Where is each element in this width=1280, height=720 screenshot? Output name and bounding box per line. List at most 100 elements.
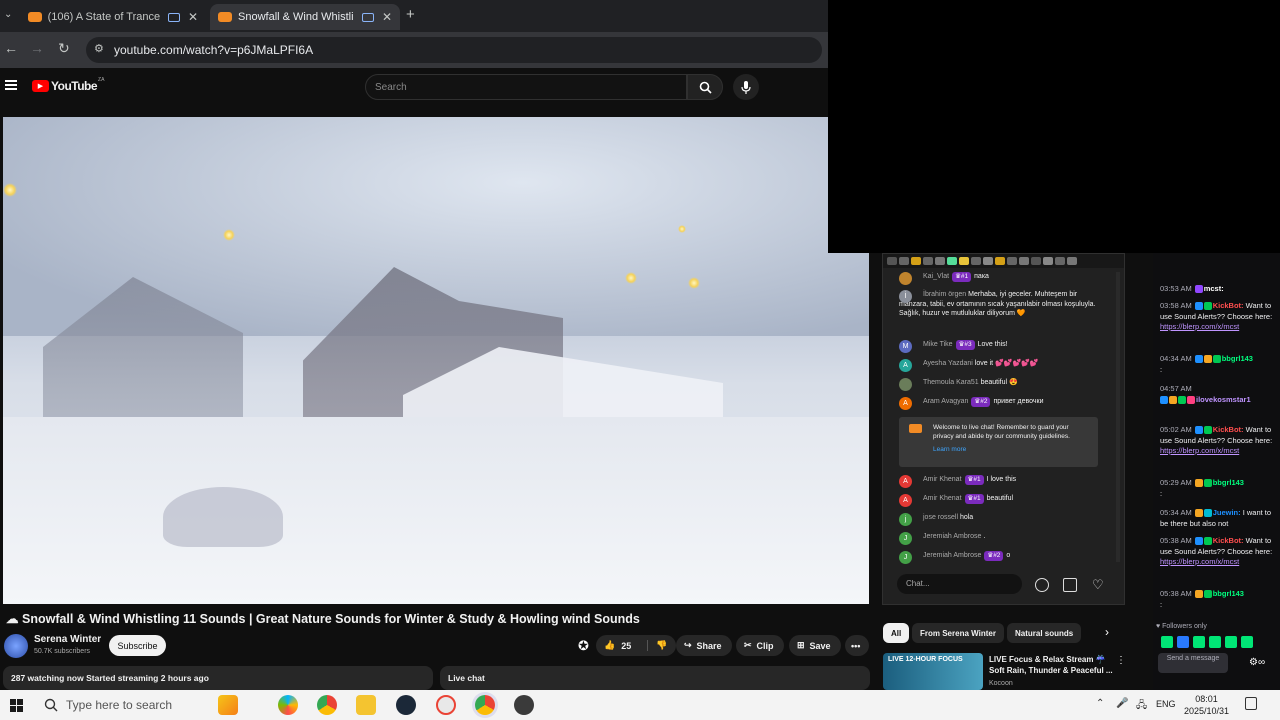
recommendation-title[interactable]: LIVE Focus & Relax Stream ☔ Soft Rain, T… xyxy=(989,654,1113,676)
youtube-logo[interactable]: ▶ YouTube ZA xyxy=(32,77,104,93)
chrome-active-icon[interactable] xyxy=(475,695,495,715)
chat-username[interactable]: bbgrl143 xyxy=(1213,589,1244,598)
product-icon[interactable] xyxy=(1063,578,1077,592)
chat-input[interactable]: Chat... xyxy=(897,574,1022,594)
chip-natural-sounds[interactable]: Natural sounds xyxy=(1007,623,1082,643)
dislike-icon[interactable]: 👎 xyxy=(647,640,667,651)
chat-username[interactable]: mcst: xyxy=(1204,284,1224,293)
chat-username[interactable]: KickBot: xyxy=(1213,536,1244,545)
chat-link[interactable]: https://blerp.com/x/mcst xyxy=(1160,557,1239,566)
app-icon[interactable] xyxy=(436,695,456,715)
search-input[interactable]: Search xyxy=(365,74,687,100)
start-button[interactable] xyxy=(10,699,23,712)
chip-from-channel[interactable]: From Serena Winter xyxy=(912,623,1004,643)
chat-author[interactable]: Themoula Kara51 xyxy=(923,379,979,386)
channel-name[interactable]: Serena Winter xyxy=(34,634,101,645)
chat-author[interactable]: Jeremiah Ambrose xyxy=(923,552,981,559)
share-button[interactable]: ↪ Share xyxy=(676,635,732,656)
close-tab-icon[interactable]: ✕ xyxy=(382,10,392,24)
more-options-icon[interactable]: ⋮ xyxy=(1116,655,1126,666)
send-message-input[interactable]: Send a message xyxy=(1158,653,1228,673)
menu-icon[interactable] xyxy=(5,80,17,90)
clip-button[interactable]: ✂ Clip xyxy=(736,635,784,656)
forward-icon[interactable]: → xyxy=(30,40,44,56)
tab-trance[interactable]: (106) A State of Trance 24/7 ✕ xyxy=(20,4,206,30)
stream-chat-message: 05:38 AM KickBot: Want to use Sound Alert… xyxy=(1160,536,1278,568)
reload-icon[interactable]: ↻ xyxy=(58,40,70,57)
chat-avatar: A xyxy=(899,475,912,488)
donate-icon[interactable]: ✪ xyxy=(578,638,589,654)
badge-icon xyxy=(1194,285,1203,294)
chat-link[interactable]: https://blerp.com/x/mcst xyxy=(1160,322,1239,331)
chat-author[interactable]: Aram Avagyan xyxy=(923,398,968,405)
learn-more-link[interactable]: Learn more xyxy=(933,445,1090,454)
save-button[interactable]: ⊞ Save xyxy=(789,635,841,656)
chat-username[interactable]: ilovekosmstar1 xyxy=(1196,395,1251,404)
emote-icon[interactable] xyxy=(1193,636,1205,648)
chip-all[interactable]: All xyxy=(883,623,910,643)
live-chat-header[interactable]: Live chat xyxy=(440,666,870,690)
tab-snowfall[interactable]: Snowfall & Wind Whistli ✕ xyxy=(210,4,400,30)
emote-icon[interactable] xyxy=(1161,636,1173,648)
emote-icon[interactable] xyxy=(1241,636,1253,648)
chat-ticker-strip xyxy=(883,254,1124,268)
voice-search-button[interactable] xyxy=(733,74,759,100)
language-indicator[interactable]: ENG xyxy=(1156,699,1176,709)
chat-text: hola xyxy=(959,514,974,521)
tab-list-chevron-icon[interactable]: ⌄ xyxy=(4,9,12,20)
app-icon[interactable] xyxy=(514,695,534,715)
heart-icon[interactable]: ♡ xyxy=(1092,578,1106,592)
file-explorer-icon[interactable] xyxy=(356,695,376,715)
tray-chevron-icon[interactable]: ⌃ xyxy=(1096,698,1104,709)
chat-username[interactable]: KickBot: xyxy=(1213,425,1244,434)
emote-icon[interactable] xyxy=(1177,636,1189,648)
recommendation-channel[interactable]: Kocoon xyxy=(989,680,1013,687)
taskbar-search[interactable]: Type here to search xyxy=(44,694,204,716)
network-icon[interactable]: 🖧 xyxy=(1136,698,1147,715)
video-player[interactable] xyxy=(3,117,869,604)
chat-author[interactable]: Mike Tike xyxy=(923,341,953,348)
chat-author[interactable]: jose rossell xyxy=(923,514,958,521)
notifications-icon[interactable] xyxy=(1245,697,1257,710)
close-tab-icon[interactable]: ✕ xyxy=(188,10,198,24)
chevron-right-icon[interactable]: › xyxy=(1105,625,1109,639)
chat-link[interactable]: https://blerp.com/x/mcst xyxy=(1160,446,1239,455)
like-icon[interactable]: 👍 xyxy=(604,640,615,651)
microphone-tray-icon[interactable]: 🎤 xyxy=(1116,698,1128,709)
chat-author[interactable]: Amir Khenat xyxy=(923,495,962,502)
chrome-icon[interactable] xyxy=(317,695,337,715)
chat-username[interactable]: bbgrl143 xyxy=(1222,354,1253,363)
channel-avatar[interactable] xyxy=(4,634,28,658)
chat-username[interactable]: KickBot: xyxy=(1213,301,1244,310)
video-frame-boat xyxy=(163,487,283,547)
chat-author[interactable]: Kai_Vlat xyxy=(923,273,949,280)
emoji-icon[interactable] xyxy=(1035,578,1049,592)
more-actions-icon[interactable]: ••• xyxy=(845,635,869,656)
site-info-icon[interactable]: ⚙ xyxy=(94,42,104,55)
back-icon[interactable]: ← xyxy=(4,40,18,56)
steam-icon[interactable] xyxy=(396,695,416,715)
youtube-favicon-icon xyxy=(218,12,232,22)
message-time: 05:38 AM xyxy=(1160,589,1192,598)
scissors-icon: ✂ xyxy=(744,640,752,650)
settings-icon[interactable]: ⚙∞ xyxy=(1249,657,1265,668)
description-box[interactable]: 287 watching now Started streaming 2 hou… xyxy=(3,666,433,690)
new-tab-button[interactable]: + xyxy=(406,6,415,23)
chat-text: привет девочки xyxy=(993,398,1044,405)
chat-scrollbar[interactable] xyxy=(1116,272,1120,562)
chat-author[interactable]: Jeremiah Ambrose xyxy=(923,533,981,540)
clock[interactable]: 08:01 2025/10/31 xyxy=(1184,693,1229,717)
chat-author[interactable]: Amir Khenat xyxy=(923,476,962,483)
chat-username[interactable]: bbgrl143 xyxy=(1213,478,1244,487)
emote-icon[interactable] xyxy=(1225,636,1237,648)
address-bar[interactable]: ⚙ youtube.com/watch?v=p6JMaLPFI6A xyxy=(86,37,822,63)
chat-username[interactable]: Juewin: xyxy=(1213,508,1241,517)
subscribe-button[interactable]: Subscribe xyxy=(109,635,166,656)
widgets-icon[interactable] xyxy=(218,695,238,715)
search-button[interactable] xyxy=(687,74,723,100)
chat-author[interactable]: İbrahim örgen xyxy=(923,291,966,298)
chat-author[interactable]: Ayesha Yazdani xyxy=(923,360,973,367)
recommendation-thumbnail[interactable]: LIVE 12-HOUR FOCUS xyxy=(883,653,983,690)
copilot-icon[interactable] xyxy=(278,695,298,715)
emote-icon[interactable] xyxy=(1209,636,1221,648)
